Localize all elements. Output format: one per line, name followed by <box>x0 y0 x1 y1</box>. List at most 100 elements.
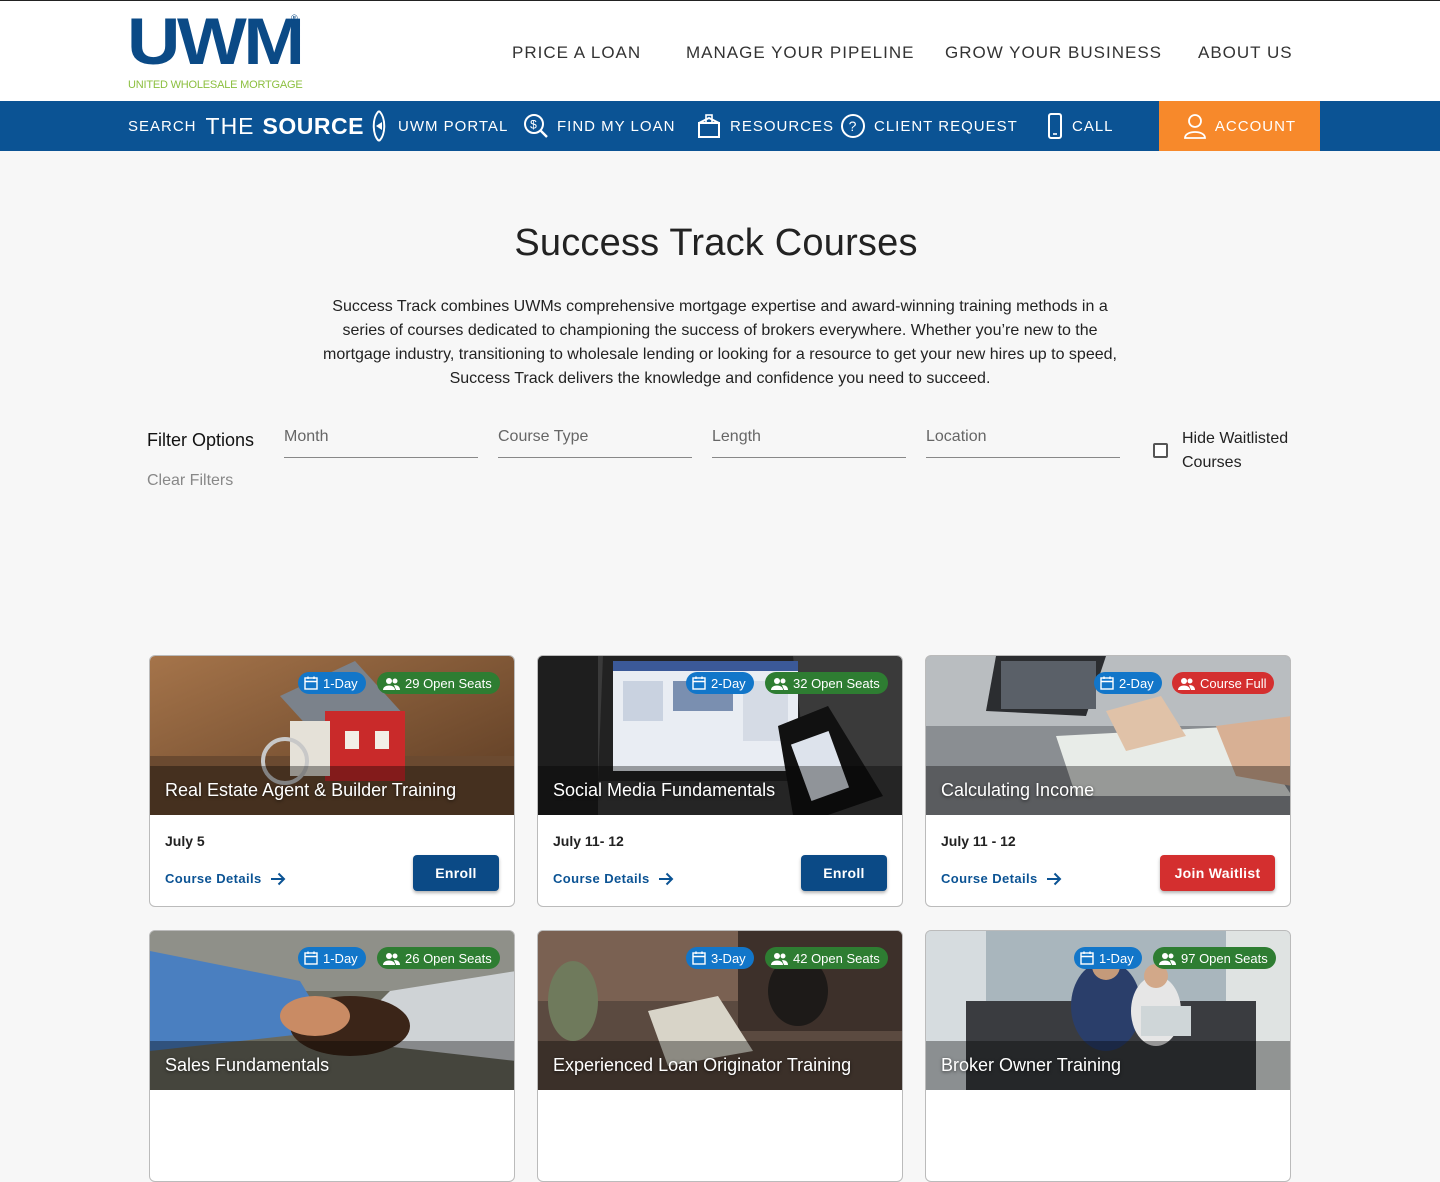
calendar-icon <box>1080 951 1094 965</box>
seats-badge-label: 42 Open Seats <box>793 950 880 966</box>
seats-badge: 26 Open Seats <box>377 947 500 969</box>
nav-manage-pipeline[interactable]: MANAGE YOUR PIPELINE <box>686 43 914 63</box>
uwm-portal-link[interactable]: UWM PORTAL <box>368 101 508 151</box>
people-icon <box>383 952 400 965</box>
course-date: July 11- 12 <box>553 833 624 849</box>
calendar-icon <box>304 676 318 690</box>
logo-wordmark: UWM <box>127 4 305 78</box>
length-badge: 1-Day <box>1074 947 1142 969</box>
resources-label: RESOURCES <box>730 117 835 135</box>
length-badge: 2-Day <box>1094 672 1162 694</box>
length-badge: 3-Day <box>686 947 754 969</box>
month-select[interactable]: Month <box>284 428 478 458</box>
the-label: THE <box>205 112 255 139</box>
page-title: Success Track Courses <box>514 222 918 264</box>
seats-badge: 42 Open Seats <box>765 947 888 969</box>
account-button[interactable]: ACCOUNT <box>1159 101 1320 151</box>
people-icon <box>1178 677 1195 690</box>
source-label: SOURCE <box>262 112 364 139</box>
course-title: Broker Owner Training <box>941 1055 1122 1075</box>
course-title: Social Media Fundamentals <box>553 780 776 800</box>
seats-badge-label: 97 Open Seats <box>1181 950 1268 966</box>
seats-badge: 97 Open Seats <box>1153 947 1276 969</box>
call-label: CALL <box>1072 117 1114 135</box>
resources-link[interactable]: RESOURCES <box>696 101 834 151</box>
nav-grow-business[interactable]: GROW YOUR BUSINESS <box>945 43 1162 63</box>
length-badge-label: 1-Day <box>323 950 358 966</box>
course-title: Calculating Income <box>941 780 1095 800</box>
resources-box-icon <box>698 114 720 138</box>
hide-waitlisted-label[interactable]: Hide Waitlisted Courses <box>1182 427 1312 475</box>
intro-paragraph: Success Track combines UWMs comprehensiv… <box>323 298 1117 387</box>
enroll-button[interactable]: Enroll <box>801 855 887 891</box>
course-card-social-media: 2-Day 32 Open Seats Social Media Fundame… <box>537 655 903 907</box>
phone-icon <box>1048 113 1062 139</box>
clear-filters-link[interactable]: Clear Filters <box>147 472 233 490</box>
course-full-badge: Course Full <box>1172 672 1275 694</box>
length-badge: 2-Day <box>686 672 754 694</box>
course-title: Experienced Loan Originator Training <box>553 1055 852 1075</box>
account-label: ACCOUNT <box>1214 117 1297 135</box>
length-badge-label: 1-Day <box>1099 950 1134 966</box>
client-request-label: CLIENT REQUEST <box>874 117 1018 135</box>
top-header: UWM ® UNITED WHOLESALE MORTGAGE PRICE A … <box>0 0 1440 101</box>
calendar-icon <box>304 951 318 965</box>
people-icon <box>1159 952 1176 965</box>
filter-options-heading: Filter Options <box>147 430 255 450</box>
location-select[interactable]: Location <box>926 428 1120 458</box>
seats-badge-label: 29 Open Seats <box>405 675 492 691</box>
people-icon <box>771 952 788 965</box>
course-title: Real Estate Agent & Builder Training <box>165 780 457 800</box>
course-date: July 11 - 12 <box>941 833 1016 849</box>
people-icon <box>771 677 788 690</box>
portal-icon <box>372 110 386 142</box>
course-card-experienced-lo: 3-Day 42 Open Seats Experienced Loan Ori… <box>537 930 903 1182</box>
registered-mark: ® <box>291 13 298 23</box>
arrow-right-icon <box>658 872 674 885</box>
length-badge: 1-Day <box>298 947 366 969</box>
course-card-sales-fundamentals: 1-Day 26 Open Seats Sales Fundamentals <box>149 930 515 1182</box>
seats-badge-label: 26 Open Seats <box>405 950 492 966</box>
course-details-link[interactable]: Course Details <box>941 871 1062 886</box>
join-waitlist-button[interactable]: Join Waitlist <box>1160 855 1275 891</box>
seats-badge-label: 32 Open Seats <box>793 675 880 691</box>
length-badge-label: 3-Day <box>711 950 746 966</box>
length-badge-label: 2-Day <box>711 675 746 691</box>
length-badge-label: 2-Day <box>1119 675 1154 691</box>
logo-tagline: UNITED WHOLESALE MORTGAGE <box>128 79 303 91</box>
portal-label: UWM PORTAL <box>398 117 509 135</box>
nav-about-us[interactable]: ABOUT US <box>1198 43 1293 63</box>
call-link[interactable]: CALL <box>1046 101 1114 151</box>
seats-badge: 32 Open Seats <box>765 672 888 694</box>
dollar-search-icon: $ <box>524 114 548 138</box>
course-title: Sales Fundamentals <box>165 1055 330 1075</box>
arrow-right-icon <box>270 872 286 885</box>
course-details-link[interactable]: Course Details <box>165 871 286 886</box>
course-details-label: Course Details <box>941 871 1038 886</box>
calendar-icon <box>692 951 706 965</box>
length-badge: 1-Day <box>298 672 366 694</box>
svg-text:?: ? <box>849 118 858 134</box>
course-type-select[interactable]: Course Type <box>498 428 692 458</box>
course-details-label: Course Details <box>165 871 262 886</box>
search-the-source[interactable]: SEARCH THE SOURCE <box>128 101 364 151</box>
nav-price-a-loan[interactable]: PRICE A LOAN <box>512 43 641 63</box>
uwm-logo[interactable]: UWM ® UNITED WHOLESALE MORTGAGE <box>127 4 305 93</box>
arrow-right-icon <box>1046 872 1062 885</box>
user-icon <box>1184 114 1206 139</box>
hide-waitlisted-checkbox[interactable] <box>1153 443 1168 458</box>
length-select[interactable]: Length <box>712 428 906 458</box>
client-request-link[interactable]: ? CLIENT REQUEST <box>840 101 1018 151</box>
course-card-calculating-income: 2-Day Course Full Calculating Income Jul… <box>925 655 1291 907</box>
find-my-loan-link[interactable]: $ FIND MY LOAN <box>523 101 675 151</box>
course-card-real-estate: 1-Day 29 Open Seats Real Estate Agent & … <box>149 655 515 907</box>
svg-text:$: $ <box>530 118 538 132</box>
course-details-label: Course Details <box>553 871 650 886</box>
enroll-button[interactable]: Enroll <box>413 855 499 891</box>
length-badge-label: 1-Day <box>323 675 358 691</box>
find-loan-label: FIND MY LOAN <box>557 117 676 135</box>
search-label: SEARCH <box>128 117 197 135</box>
course-details-link[interactable]: Course Details <box>553 871 674 886</box>
course-date: July 5 <box>165 833 205 849</box>
question-circle-icon: ? <box>841 114 865 138</box>
